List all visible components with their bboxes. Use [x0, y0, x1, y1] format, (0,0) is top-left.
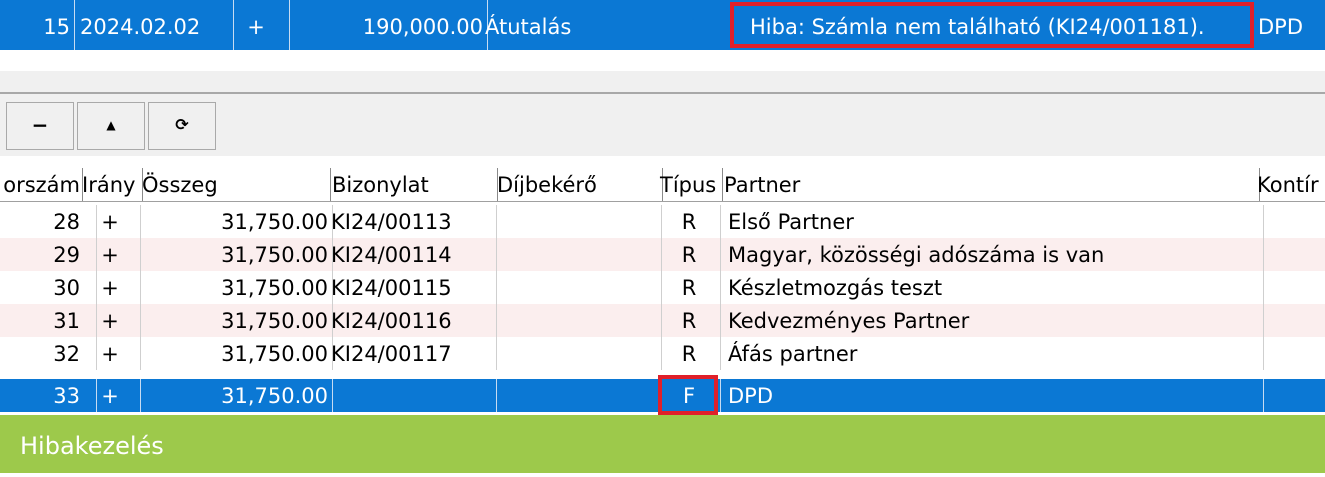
cell-type: R	[658, 205, 721, 238]
col-header-amount[interactable]: Összeg	[140, 168, 331, 201]
cell-document: KI24/00117	[328, 337, 497, 370]
cell-account	[1255, 205, 1325, 238]
top-row-date: 2024.02.02	[70, 0, 234, 50]
section-banner: Hibakezelés	[0, 415, 1325, 473]
cell-direction: +	[80, 238, 141, 271]
cell-document: KI24/00115	[328, 271, 497, 304]
cell-account	[1255, 304, 1325, 337]
cell-amount: 31,750.00	[140, 205, 333, 238]
table-row[interactable]: 32 + 31,750.00 KI24/00117 R Áfás partner	[0, 337, 1325, 370]
cell-document: KI24/00116	[328, 304, 497, 337]
col-header-type[interactable]: Típus	[658, 168, 723, 201]
top-row-partner: DPD	[1258, 15, 1304, 39]
refresh-icon: ⟳	[175, 115, 189, 134]
col-header-number[interactable]: orszám	[0, 168, 83, 201]
cell-type: R	[658, 238, 721, 271]
top-row-number: 15	[0, 0, 75, 50]
cell-fee-request	[493, 238, 662, 271]
table-row[interactable]: 31 + 31,750.00 KI24/00116 R Kedvezményes…	[0, 304, 1325, 337]
cell-fee-request	[493, 205, 662, 238]
cell-fee-request	[493, 304, 662, 337]
cell-type: R	[658, 304, 721, 337]
cell-document: KI24/00114	[328, 238, 497, 271]
cell-partner: Készletmozgás teszt	[720, 271, 1264, 304]
top-row-amount: 190,000.00	[289, 0, 488, 50]
cell-type: R	[658, 271, 721, 304]
cell-amount: 31,750.00	[140, 271, 333, 304]
cell-partner: DPD	[720, 379, 1264, 412]
cell-amount: 31,750.00	[140, 238, 333, 271]
cell-fee-request	[493, 379, 662, 412]
cell-account	[1255, 337, 1325, 370]
cell-amount: 31,750.00	[140, 337, 333, 370]
move-up-button[interactable]: ▲	[77, 102, 145, 150]
cell-type: R	[658, 337, 721, 370]
table-row[interactable]: 28 + 31,750.00 KI24/00113 R Első Partner	[0, 205, 1325, 238]
col-header-fee-request[interactable]: Díjbekérő	[493, 168, 663, 201]
cell-direction: +	[80, 205, 141, 238]
cell-partner: Első Partner	[720, 205, 1264, 238]
banner-title: Hibakezelés	[20, 432, 164, 460]
splitter-area	[0, 71, 1325, 92]
cell-partner: Magyar, közösségi adószáma is van	[720, 238, 1264, 271]
table-row[interactable]: 30 + 31,750.00 KI24/00115 R Készletmozgá…	[0, 271, 1325, 304]
cell-account	[1255, 271, 1325, 304]
cell-amount: 31,750.00	[140, 304, 333, 337]
cell-document	[328, 379, 497, 412]
selected-bank-row[interactable]: 15 2024.02.02 + 190,000.00 Átutalás Hiba…	[0, 0, 1325, 50]
triangle-up-icon: ▲	[106, 118, 116, 132]
table-row[interactable]: 29 + 31,750.00 KI24/00114 R Magyar, közö…	[0, 238, 1325, 271]
top-row-payment-type: Átutalás	[485, 15, 572, 39]
cell-partner: Áfás partner	[720, 337, 1264, 370]
cell-amount: 31,750.00	[140, 379, 333, 412]
cell-direction: +	[80, 379, 141, 412]
top-row-direction: +	[223, 0, 290, 50]
col-header-partner[interactable]: Partner	[720, 168, 1260, 201]
cell-account	[1255, 379, 1325, 412]
col-header-document[interactable]: Bizonylat	[328, 168, 498, 201]
grid-toolbar: − ▲ ⟳	[0, 94, 1325, 156]
cell-fee-request	[493, 271, 662, 304]
cell-direction: +	[80, 337, 141, 370]
cell-direction: +	[80, 304, 141, 337]
cell-document: KI24/00113	[328, 205, 497, 238]
cell-account	[1255, 238, 1325, 271]
error-highlight-box	[730, 2, 1254, 48]
delete-row-button[interactable]: −	[6, 102, 74, 150]
cell-fee-request	[493, 337, 662, 370]
col-header-direction[interactable]: Irány	[80, 168, 143, 201]
minus-icon: −	[31, 113, 49, 137]
refresh-button[interactable]: ⟳	[148, 102, 216, 150]
cell-partner: Kedvezményes Partner	[720, 304, 1264, 337]
col-header-account[interactable]: Kontír	[1255, 168, 1325, 201]
cell-direction: +	[80, 271, 141, 304]
grid-header: orszám Irány Összeg Bizonylat Díjbekérő …	[0, 168, 1325, 202]
type-highlight-box	[658, 375, 718, 415]
